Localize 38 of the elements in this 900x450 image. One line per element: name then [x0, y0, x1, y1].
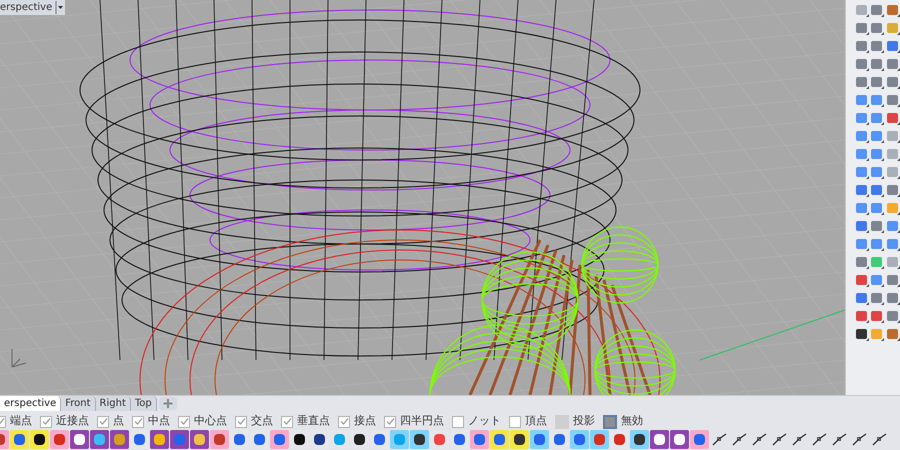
tool-icon[interactable]	[854, 326, 869, 342]
tool-icon[interactable]	[510, 430, 529, 449]
toggle-label: 投影	[573, 413, 595, 430]
osnap-checkbox[interactable]	[235, 416, 247, 428]
viewport-title[interactable]: erspective	[0, 0, 56, 15]
osnap-label: 頂点	[525, 413, 547, 430]
osnap-label: 四半円点	[400, 413, 444, 430]
toggle-box[interactable]	[555, 414, 569, 428]
toggle-label: 無効	[621, 413, 643, 430]
osnap-label: ノット	[468, 413, 501, 430]
viewport[interactable]: erspective	[0, 0, 845, 395]
tool-icon[interactable]	[30, 430, 49, 449]
dropdown-caret-icon[interactable]	[55, 0, 66, 15]
add-tab-icon[interactable]	[158, 397, 177, 410]
osnap-label: 垂直点	[297, 413, 330, 430]
osnap-checkbox[interactable]	[97, 416, 109, 428]
osnap-label: 端点	[10, 413, 32, 430]
osnap-checkbox[interactable]	[509, 416, 521, 428]
osnap-checkbox[interactable]	[281, 416, 293, 428]
toggle-box[interactable]	[603, 414, 617, 428]
viewport-tab[interactable]: Right	[96, 396, 131, 411]
tool-icon[interactable]	[630, 430, 649, 449]
osnap-label: 中点	[148, 413, 170, 430]
osnap-checkbox[interactable]	[178, 416, 190, 428]
osnap-checkbox[interactable]	[338, 416, 350, 428]
tool-icon[interactable]	[410, 430, 429, 449]
osnap-checkbox[interactable]	[452, 416, 464, 428]
viewport-tab[interactable]: Front	[61, 396, 96, 411]
osnap-label: 中心点	[194, 413, 227, 430]
osnap-label: 近接点	[56, 413, 89, 430]
osnap-label: 点	[113, 413, 124, 430]
osnap-label: 接点	[354, 413, 376, 430]
viewport-tab[interactable]: Top	[130, 396, 157, 411]
osnap-checkbox[interactable]	[40, 416, 52, 428]
osnap-checkbox[interactable]	[384, 416, 396, 428]
osnap-label: 交点	[251, 413, 273, 430]
osnap-checkbox[interactable]	[132, 416, 144, 428]
viewport-tab[interactable]: erspective	[0, 396, 62, 411]
